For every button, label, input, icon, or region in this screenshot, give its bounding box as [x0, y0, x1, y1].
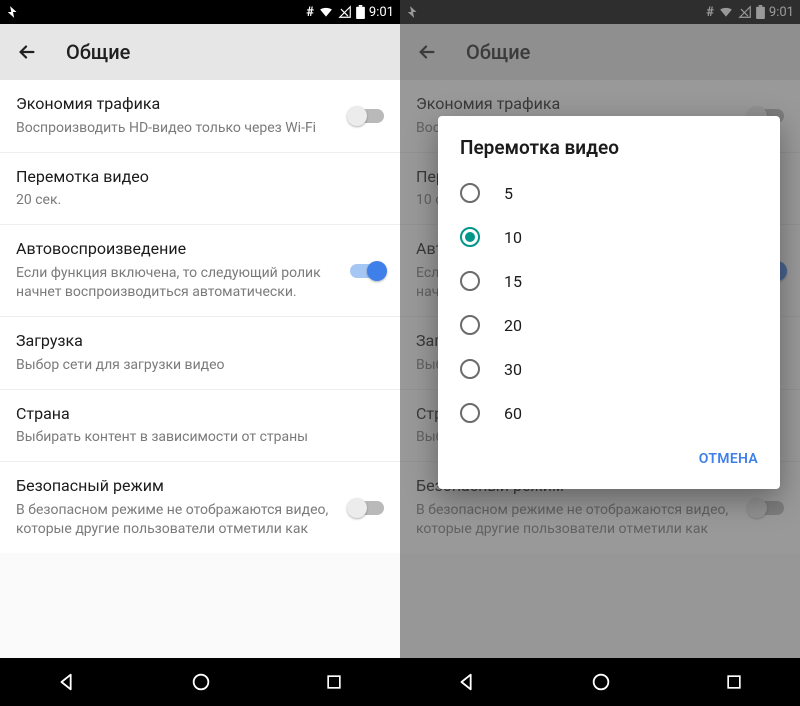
setting-title: Безопасный режим [16, 476, 338, 497]
setting-data-saver[interactable]: Экономия трафика Воспроизводить HD-видео… [0, 80, 400, 153]
nav-back-button[interactable] [456, 671, 478, 693]
page-title: Общие [66, 40, 130, 64]
option-label: 20 [504, 316, 522, 335]
status-bar: # 9:01 [400, 0, 800, 24]
autoplay-toggle[interactable] [350, 264, 384, 278]
setting-subtitle: Выбирать контент в зависимости от страны [16, 428, 384, 447]
setting-title: Перемотка видео [16, 167, 384, 188]
dialog-cancel-button[interactable]: ОТМЕНА [687, 441, 770, 477]
setting-autoplay[interactable]: Автовоспроизведение Если функция включен… [0, 225, 400, 317]
seek-dialog: Перемотка видео 5 10 15 20 30 60 ОТМЕНА [438, 116, 780, 489]
nav-recents-button[interactable] [724, 672, 744, 692]
setting-download[interactable]: Загрузка Выбор сети для загрузки видео [0, 317, 400, 390]
option-label: 10 [504, 228, 522, 247]
nav-back-button[interactable] [56, 671, 78, 693]
radio-icon [460, 183, 480, 203]
charging-icon [406, 5, 420, 19]
nav-home-button[interactable] [190, 671, 212, 693]
option-label: 5 [504, 184, 513, 203]
restricted-toggle[interactable] [350, 501, 384, 515]
battery-icon [756, 5, 765, 19]
back-button[interactable] [414, 39, 440, 65]
nav-bar [0, 658, 400, 706]
triangle-back-icon [56, 671, 78, 693]
seek-option-5[interactable]: 5 [438, 171, 780, 215]
radio-icon [460, 359, 480, 379]
triangle-back-icon [456, 671, 478, 693]
hash-icon: # [306, 5, 314, 20]
nav-home-button[interactable] [590, 671, 612, 693]
option-label: 30 [504, 360, 522, 379]
dialog-title: Перемотка видео [438, 136, 780, 171]
charging-icon [6, 5, 20, 19]
setting-subtitle: Выбор сети для загрузки видео [16, 356, 384, 375]
phone-right: # 9:01 Общие Экономия трафика Воспроизво… [400, 0, 800, 706]
setting-seek[interactable]: Перемотка видео 20 сек. [0, 153, 400, 226]
signal-icon [738, 5, 752, 19]
setting-title: Экономия трафика [16, 94, 338, 115]
radio-icon [460, 403, 480, 423]
signal-icon [338, 5, 352, 19]
wifi-icon [718, 5, 734, 19]
radio-icon [460, 271, 480, 291]
page-title: Общие [466, 40, 530, 64]
back-arrow-icon [16, 41, 38, 63]
radio-icon [460, 315, 480, 335]
hash-icon: # [706, 5, 714, 20]
seek-option-20[interactable]: 20 [438, 303, 780, 347]
wifi-icon [318, 5, 334, 19]
restricted-toggle[interactable] [750, 501, 784, 515]
setting-title: Страна [16, 404, 384, 425]
seek-option-15[interactable]: 15 [438, 259, 780, 303]
data-saver-toggle[interactable] [350, 109, 384, 123]
circle-home-icon [190, 671, 212, 693]
app-bar: Общие [0, 24, 400, 80]
settings-list: Экономия трафика Воспроизводить HD-видео… [0, 80, 400, 553]
radio-checked-icon [460, 227, 480, 247]
square-recents-icon [324, 672, 344, 692]
setting-subtitle: Если функция включена, то следующий роли… [16, 264, 338, 302]
seek-option-10[interactable]: 10 [438, 215, 780, 259]
setting-restricted[interactable]: Безопасный режим В безопасном режиме не … [0, 462, 400, 553]
option-label: 60 [504, 404, 522, 423]
setting-subtitle: 20 сек. [16, 191, 384, 210]
setting-title: Загрузка [16, 331, 384, 352]
setting-title: Экономия трафика [416, 94, 738, 115]
app-bar: Общие [400, 24, 800, 80]
back-arrow-icon [416, 41, 438, 63]
battery-icon [356, 5, 365, 19]
status-bar: # 9:01 [0, 0, 400, 24]
status-time: 9:01 [769, 5, 794, 20]
seek-option-60[interactable]: 60 [438, 391, 780, 435]
nav-bar [400, 658, 800, 706]
circle-home-icon [590, 671, 612, 693]
option-label: 15 [504, 272, 522, 291]
back-button[interactable] [14, 39, 40, 65]
nav-recents-button[interactable] [324, 672, 344, 692]
setting-subtitle: В безопасном режиме не отображаются виде… [16, 501, 338, 539]
setting-country[interactable]: Страна Выбирать контент в зависимости от… [0, 390, 400, 463]
square-recents-icon [724, 672, 744, 692]
status-time: 9:01 [369, 5, 394, 20]
seek-option-30[interactable]: 30 [438, 347, 780, 391]
setting-title: Автовоспроизведение [16, 239, 338, 260]
setting-subtitle: Воспроизводить HD-видео только через Wi-… [16, 119, 338, 138]
phone-left: # 9:01 Общие Экономия трафика Воспроизво… [0, 0, 400, 706]
setting-subtitle: В безопасном режиме не отображаются виде… [416, 501, 738, 539]
